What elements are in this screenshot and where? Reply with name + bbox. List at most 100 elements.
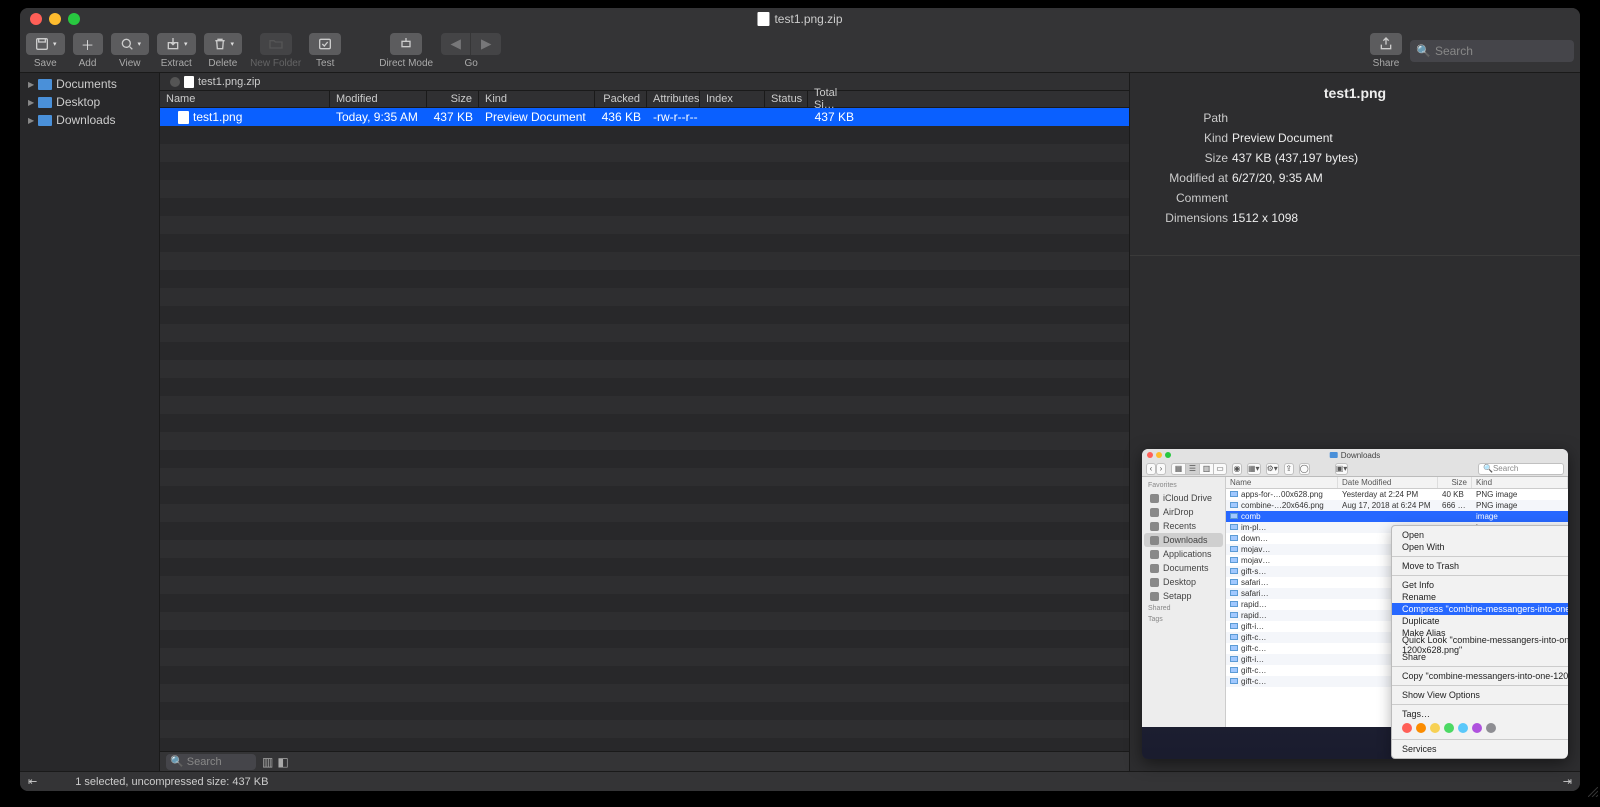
folder-icon (38, 97, 52, 108)
disclosure-triangle-icon[interactable]: ▶ (28, 80, 34, 89)
sidebar-item-desktop[interactable]: ▶ Desktop (20, 93, 159, 111)
header-name[interactable]: Name (160, 91, 330, 107)
tab-archive[interactable]: test1.png.zip (164, 76, 266, 88)
finder-sidebar-item: Applications (1144, 547, 1223, 561)
sidebar-item-downloads[interactable]: ▶ Downloads (20, 111, 159, 129)
sidebar-group-shared: Shared (1142, 603, 1225, 614)
context-menu: OpenOpen With▸Move to TrashGet InfoRenam… (1391, 525, 1568, 759)
go-forward-button: ▶ (471, 33, 501, 55)
zoom-window-button[interactable] (68, 13, 80, 25)
column-headers: Name Modified Size Kind Packed Attribute… (160, 90, 1129, 108)
empty-row (160, 414, 1129, 432)
empty-row (160, 612, 1129, 630)
delete-button[interactable]: ▾ (204, 33, 243, 55)
empty-row (160, 306, 1129, 324)
forward-icon: › (1156, 463, 1166, 475)
tab-bar: test1.png.zip (160, 73, 1129, 90)
empty-row (160, 468, 1129, 486)
finder-sidebar-item: Desktop (1144, 575, 1223, 589)
sidebar-item-icon (1150, 578, 1159, 587)
header-kind[interactable]: Kind (479, 91, 595, 107)
tab-label: test1.png.zip (198, 76, 260, 88)
empty-row (160, 450, 1129, 468)
context-menu-item: Show View Options (1392, 689, 1568, 701)
toolbar-search-input[interactable]: 🔍 Search (1410, 40, 1574, 62)
delete-label: Delete (208, 58, 237, 69)
view-button[interactable]: ▾ (111, 33, 150, 55)
empty-row (160, 738, 1129, 751)
empty-row (160, 684, 1129, 702)
close-icon (1147, 452, 1153, 458)
empty-row (160, 234, 1129, 252)
file-row[interactable]: test1.pngToday, 9:35 AM437 KBPreview Doc… (160, 108, 1129, 126)
share-button[interactable] (1370, 33, 1402, 55)
close-tab-button[interactable] (170, 77, 180, 87)
info-comment-label: Comment (1138, 191, 1228, 205)
sidebar-item-documents[interactable]: ▶Documents (20, 75, 159, 93)
empty-row (160, 486, 1129, 504)
finder-row: combine-…20x646.pngAug 17, 2018 at 6:24 … (1226, 500, 1568, 511)
sidebar-item-icon (1150, 536, 1159, 545)
direct-mode-button[interactable] (390, 33, 422, 55)
empty-row (160, 396, 1129, 414)
finder-sidebar-item: Documents (1144, 561, 1223, 575)
add-label: Add (79, 58, 97, 69)
disclosure-triangle-icon[interactable]: ▶ (28, 98, 34, 107)
info-file-title: test1.png (1130, 73, 1580, 111)
sidebar-item-label: Downloads (56, 113, 115, 127)
sidebar-collapse-icon[interactable]: ⇤ (28, 775, 37, 788)
info-kind-label: Kind (1138, 131, 1228, 145)
finder-header-size: Size (1438, 477, 1472, 488)
save-button[interactable]: ▾ (26, 33, 65, 55)
add-button[interactable]: ＋ (73, 33, 103, 55)
document-icon (184, 76, 194, 88)
header-attributes[interactable]: Attributes (647, 91, 700, 107)
preview-toggle-icon[interactable]: ◧ (277, 755, 288, 769)
empty-row (160, 576, 1129, 594)
direct-mode-label: Direct Mode (379, 58, 433, 69)
sidebar-item-label: Desktop (56, 95, 100, 109)
minimize-window-button[interactable] (49, 13, 61, 25)
disclosure-triangle-icon[interactable]: ▶ (28, 116, 34, 125)
header-total-size[interactable]: Total Si… (808, 91, 860, 107)
tag-color-icon (1416, 723, 1426, 733)
finder-sidebar-item: Recents (1144, 519, 1223, 533)
empty-row (160, 540, 1129, 558)
finder-search: 🔍 Search (1478, 463, 1564, 475)
finder-title: Downloads (1341, 451, 1381, 460)
empty-row (160, 666, 1129, 684)
tag-color-icon (1486, 723, 1496, 733)
sidebar-item-icon (1150, 592, 1159, 601)
header-packed[interactable]: Packed (595, 91, 647, 107)
list-view-icon: ☰ (1185, 463, 1199, 475)
header-modified[interactable]: Modified (330, 91, 427, 107)
tag-color-icon (1458, 723, 1468, 733)
info-panel: test1.png Path Kind Preview Document Size… (1130, 73, 1580, 771)
layout-toggle-icon[interactable]: ▥ (262, 755, 273, 769)
header-index[interactable]: Index (700, 91, 765, 107)
header-size[interactable]: Size (427, 91, 479, 107)
folder-icon (38, 79, 52, 90)
icon-view-icon: ▦ (1171, 463, 1185, 475)
test-button[interactable] (309, 33, 341, 55)
close-window-button[interactable] (30, 13, 42, 25)
filter-search-input[interactable]: 🔍 Search (166, 754, 256, 770)
context-menu-item: Get Info (1392, 579, 1568, 591)
new-folder-button (260, 33, 292, 55)
info-path-label: Path (1138, 111, 1228, 125)
empty-row (160, 594, 1129, 612)
header-status[interactable]: Status (765, 91, 808, 107)
info-comment-value (1232, 191, 1572, 205)
info-path-value (1232, 111, 1572, 125)
inspector-collapse-icon[interactable]: ⇥ (1563, 775, 1572, 788)
file-list[interactable]: test1.pngToday, 9:35 AM437 KBPreview Doc… (160, 108, 1129, 751)
extract-button[interactable]: ▾ (157, 33, 196, 55)
context-menu-item: Copy "combine-messangers-into-one-1200x6… (1392, 670, 1568, 682)
info-size-value: 437 KB (437,197 bytes) (1232, 151, 1572, 165)
share-icon: ⇪ (1284, 463, 1294, 475)
search-icon: 🔍 (170, 755, 184, 768)
new-folder-label: New Folder (250, 58, 301, 69)
context-menu-item: Services▸ (1392, 743, 1568, 755)
info-kind-value: Preview Document (1232, 131, 1572, 145)
empty-row (160, 630, 1129, 648)
